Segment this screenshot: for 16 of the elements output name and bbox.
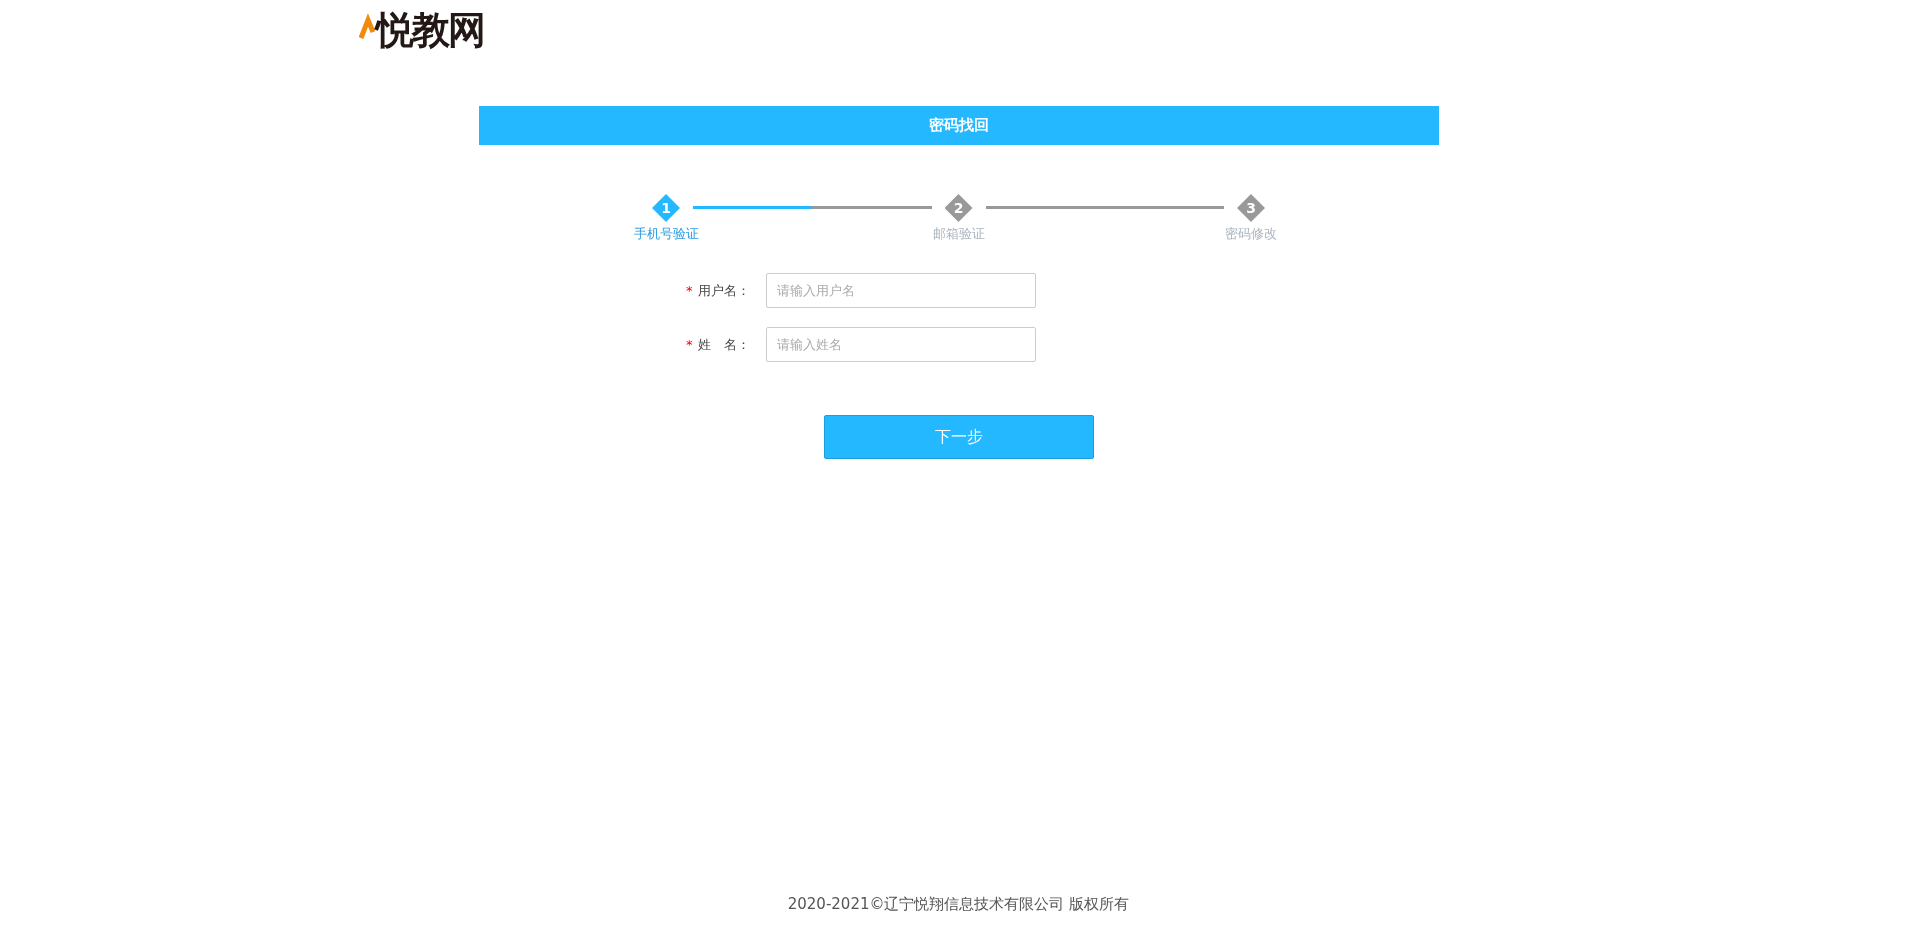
field-label: 姓 名： bbox=[697, 336, 750, 352]
step-label: 密码修改 bbox=[1225, 225, 1277, 243]
input-field[interactable]: 请输入用户名 bbox=[765, 273, 1036, 308]
step-label: 手机号验证 bbox=[633, 225, 699, 243]
step-marker: 1 bbox=[652, 194, 680, 222]
step-label: 邮箱验证 bbox=[932, 225, 985, 243]
logo-text: 悦教网 bbox=[375, 7, 484, 54]
field-label: 用户名： bbox=[697, 282, 750, 298]
page-title: 密码找回 bbox=[928, 116, 989, 135]
input-field[interactable]: 请输入姓名 bbox=[765, 327, 1036, 362]
required-mark: * bbox=[686, 336, 693, 352]
required-mark: * bbox=[686, 282, 693, 298]
step-marker: 2 bbox=[944, 194, 973, 222]
next-button[interactable]: 下一步 bbox=[823, 415, 1094, 459]
copyright-text: 2020-2021©辽宁悦翔信息技术有限公司 版权所有 bbox=[787, 895, 1130, 914]
step-marker: 3 bbox=[1237, 194, 1265, 222]
